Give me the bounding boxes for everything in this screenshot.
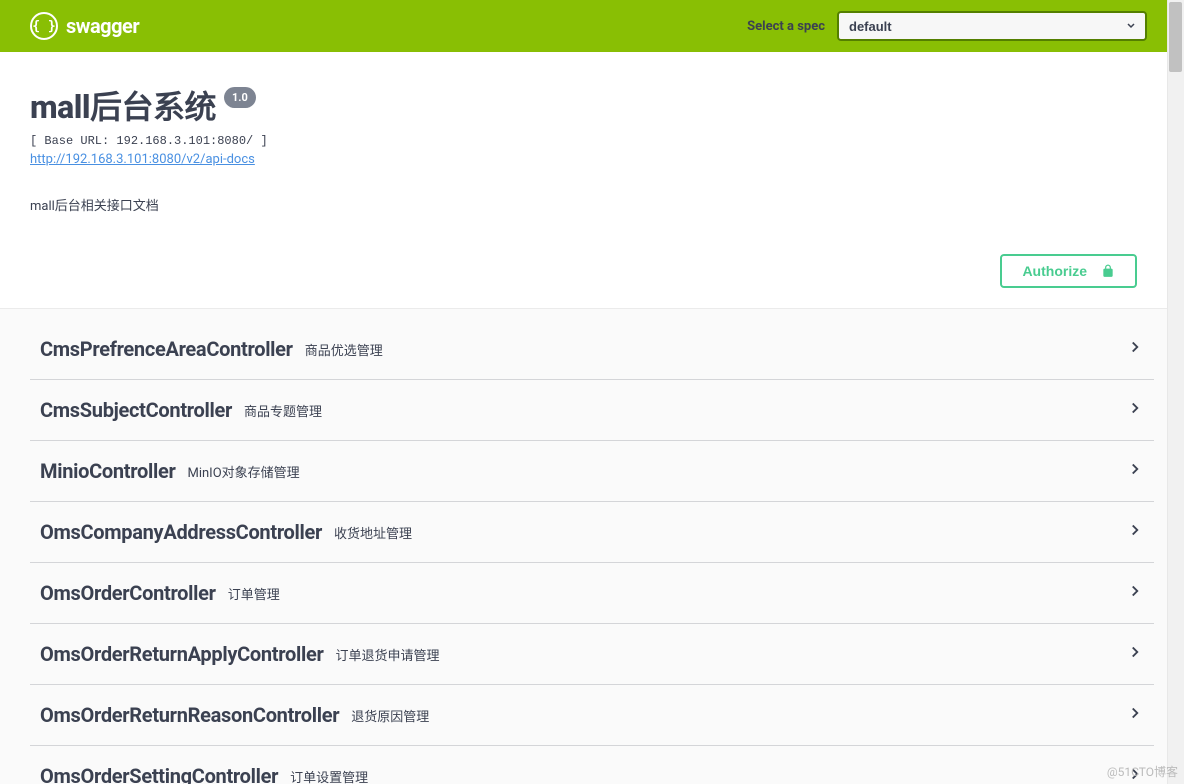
tag-name: CmsPrefrenceAreaController — [40, 337, 293, 361]
tag-description: 商品优选管理 — [305, 340, 383, 359]
swagger-logo[interactable]: { } swagger — [30, 12, 139, 40]
chevron-right-icon — [1126, 338, 1144, 360]
tag-item[interactable]: OmsOrderController 订单管理 — [30, 563, 1154, 624]
authorize-label: Authorize — [1022, 263, 1087, 279]
base-url: [ Base URL: 192.168.3.101:8080/ ] — [30, 134, 1137, 148]
tag-name: CmsSubjectController — [40, 398, 232, 422]
api-description: mall后台相关接口文档 — [30, 195, 1137, 214]
version-badge: 1.0 — [224, 87, 256, 108]
watermark: @51CTO博客 — [1107, 763, 1178, 780]
chevron-right-icon — [1126, 521, 1144, 543]
tag-description: 商品专题管理 — [244, 401, 322, 420]
tag-item[interactable]: OmsCompanyAddressController 收货地址管理 — [30, 502, 1154, 563]
scrollbar[interactable] — [1167, 0, 1184, 784]
logo-text: swagger — [66, 14, 139, 38]
api-title: mall后台系统 — [30, 82, 216, 128]
topbar: { } swagger Select a spec default — [0, 0, 1167, 52]
tag-description: 订单设置管理 — [290, 767, 368, 784]
tag-name: OmsOrderSettingController — [40, 764, 278, 784]
lock-icon — [1101, 263, 1115, 279]
tag-item[interactable]: OmsOrderReturnReasonController 退货原因管理 — [30, 685, 1154, 746]
tag-name: OmsCompanyAddressController — [40, 520, 322, 544]
api-docs-link[interactable]: http://192.168.3.101:8080/v2/api-docs — [30, 152, 255, 167]
tag-item[interactable]: CmsSubjectController 商品专题管理 — [30, 380, 1154, 441]
tag-item[interactable]: OmsOrderSettingController 订单设置管理 — [30, 746, 1154, 784]
tag-item[interactable]: OmsOrderReturnApplyController 订单退货申请管理 — [30, 624, 1154, 685]
tag-description: 退货原因管理 — [351, 706, 429, 725]
chevron-right-icon — [1126, 643, 1144, 665]
spec-label: Select a spec — [747, 19, 825, 34]
swagger-icon: { } — [30, 12, 58, 40]
chevron-right-icon — [1126, 460, 1144, 482]
tags-list: CmsPrefrenceAreaController 商品优选管理 CmsSubje… — [0, 309, 1184, 784]
chevron-right-icon — [1126, 582, 1144, 604]
tag-description: 收货地址管理 — [334, 523, 412, 542]
tag-description: MinIO对象存储管理 — [187, 462, 299, 481]
scrollbar-thumb[interactable] — [1169, 2, 1182, 72]
tag-item[interactable]: CmsPrefrenceAreaController 商品优选管理 — [30, 319, 1154, 380]
spec-select[interactable]: default — [837, 11, 1147, 41]
tag-description: 订单退货申请管理 — [335, 645, 439, 664]
tag-name: OmsOrderReturnReasonController — [40, 703, 339, 727]
tag-description: 订单管理 — [228, 584, 280, 603]
chevron-right-icon — [1126, 704, 1144, 726]
tag-name: OmsOrderReturnApplyController — [40, 642, 323, 666]
authorize-button[interactable]: Authorize — [1000, 254, 1137, 288]
api-info: mall后台系统 1.0 [ Base URL: 192.168.3.101:8… — [0, 52, 1167, 254]
tag-item[interactable]: MinioController MinIO对象存储管理 — [30, 441, 1154, 502]
tag-name: OmsOrderController — [40, 581, 216, 605]
chevron-right-icon — [1126, 399, 1144, 421]
tag-name: MinioController — [40, 459, 175, 483]
